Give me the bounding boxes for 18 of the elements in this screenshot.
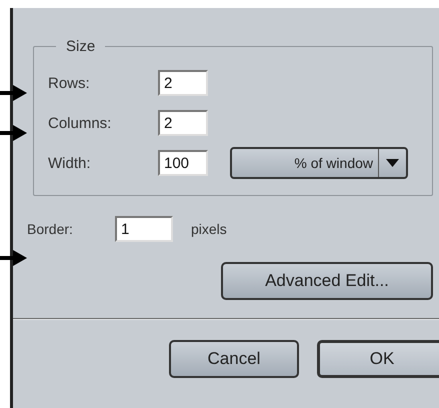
caret-icon	[386, 159, 399, 167]
input-field[interactable]: 100	[158, 150, 208, 176]
callout-arrow	[0, 83, 27, 103]
group-title: Size	[65, 38, 96, 55]
advanced-edit-button[interactable]: Advanced Edit...	[221, 262, 433, 300]
callout-arrow	[0, 248, 27, 268]
field-label: Width:	[48, 154, 92, 172]
field-label: Columns:	[48, 114, 112, 132]
unit-dropdown[interactable]: % of window	[230, 147, 408, 179]
field-label: Border:	[27, 221, 74, 237]
field-label: Rows:	[48, 74, 91, 92]
input-field[interactable]: 2	[158, 70, 208, 96]
callout-arrow	[0, 123, 27, 143]
unit-label: pixels	[191, 221, 227, 237]
input-field[interactable]: 2	[158, 110, 208, 136]
dialog-button[interactable]: OK	[317, 340, 439, 378]
input-field[interactable]: 1	[115, 216, 173, 242]
dialog-button[interactable]: Cancel	[169, 340, 299, 378]
